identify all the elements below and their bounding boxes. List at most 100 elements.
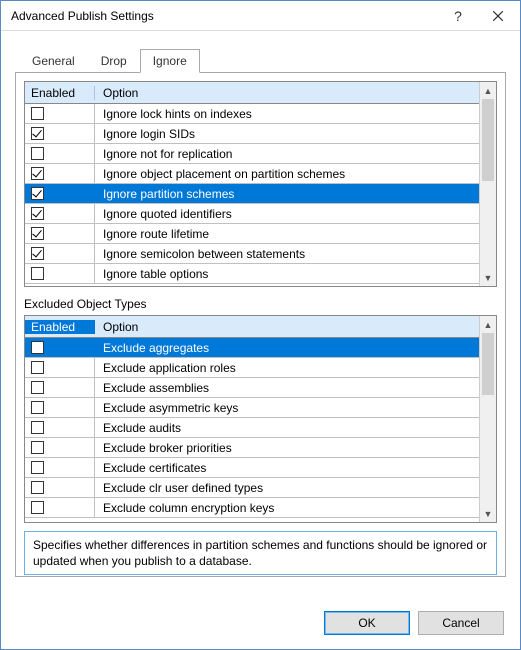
cell-enabled bbox=[25, 498, 95, 517]
cell-enabled bbox=[25, 378, 95, 397]
table-row[interactable]: Ignore login SIDs bbox=[25, 124, 479, 144]
checkbox[interactable] bbox=[31, 227, 44, 240]
checkbox[interactable] bbox=[31, 361, 44, 374]
cell-enabled bbox=[25, 244, 95, 263]
cell-option: Ignore semicolon between statements bbox=[95, 247, 479, 261]
cell-option: Ignore login SIDs bbox=[95, 127, 479, 141]
checkbox[interactable] bbox=[31, 147, 44, 160]
help-icon: ? bbox=[454, 8, 462, 24]
scroll-up-icon[interactable]: ▲ bbox=[480, 316, 496, 333]
tab-general[interactable]: General bbox=[19, 49, 88, 73]
cell-enabled bbox=[25, 184, 95, 203]
close-button[interactable] bbox=[476, 1, 520, 30]
description-text: Specifies whether differences in partiti… bbox=[33, 538, 487, 568]
cell-enabled bbox=[25, 478, 95, 497]
ignore-options-grid: Enabled Option Ignore lock hints on inde… bbox=[24, 81, 497, 287]
table-row[interactable]: Ignore object placement on partition sch… bbox=[25, 164, 479, 184]
grid-header: Enabled Option bbox=[25, 316, 479, 338]
cell-enabled bbox=[25, 124, 95, 143]
table-row[interactable]: Ignore partition schemes bbox=[25, 184, 479, 204]
table-row[interactable]: Exclude clr user defined types bbox=[25, 478, 479, 498]
table-row[interactable]: Ignore quoted identifiers bbox=[25, 204, 479, 224]
table-row[interactable]: Exclude certificates bbox=[25, 458, 479, 478]
checkbox[interactable] bbox=[31, 481, 44, 494]
checkbox[interactable] bbox=[31, 127, 44, 140]
cell-option: Exclude column encryption keys bbox=[95, 501, 479, 515]
table-row[interactable]: Exclude application roles bbox=[25, 358, 479, 378]
scroll-thumb[interactable] bbox=[482, 333, 494, 395]
checkbox[interactable] bbox=[31, 381, 44, 394]
cell-enabled bbox=[25, 438, 95, 457]
tab-ignore[interactable]: Ignore bbox=[140, 49, 200, 73]
cell-option: Ignore not for replication bbox=[95, 147, 479, 161]
cell-option: Ignore object placement on partition sch… bbox=[95, 167, 479, 181]
table-row[interactable]: Ignore table options bbox=[25, 264, 479, 284]
cell-enabled bbox=[25, 204, 95, 223]
column-header-enabled[interactable]: Enabled bbox=[25, 86, 95, 100]
scroll-down-icon[interactable]: ▼ bbox=[480, 269, 496, 286]
cell-enabled bbox=[25, 104, 95, 123]
grid-header: Enabled Option bbox=[25, 82, 479, 104]
checkbox[interactable] bbox=[31, 187, 44, 200]
cell-enabled bbox=[25, 398, 95, 417]
scroll-up-icon[interactable]: ▲ bbox=[480, 82, 496, 99]
checkbox[interactable] bbox=[31, 461, 44, 474]
cell-option: Exclude aggregates bbox=[95, 341, 479, 355]
checkbox[interactable] bbox=[31, 441, 44, 454]
checkbox[interactable] bbox=[31, 247, 44, 260]
table-row[interactable]: Ignore route lifetime bbox=[25, 224, 479, 244]
checkbox[interactable] bbox=[31, 167, 44, 180]
cell-option: Exclude clr user defined types bbox=[95, 481, 479, 495]
column-header-option[interactable]: Option bbox=[95, 86, 479, 100]
scroll-thumb[interactable] bbox=[482, 99, 494, 181]
cell-option: Exclude certificates bbox=[95, 461, 479, 475]
table-row[interactable]: Ignore lock hints on indexes bbox=[25, 104, 479, 124]
table-row[interactable]: Ignore semicolon between statements bbox=[25, 244, 479, 264]
cell-option: Exclude asymmetric keys bbox=[95, 401, 479, 415]
description-box: Specifies whether differences in partiti… bbox=[24, 531, 497, 575]
titlebar: Advanced Publish Settings ? bbox=[1, 1, 520, 31]
cell-option: Ignore lock hints on indexes bbox=[95, 107, 479, 121]
close-icon bbox=[493, 11, 503, 21]
table-row[interactable]: Exclude asymmetric keys bbox=[25, 398, 479, 418]
dialog-buttons: OK Cancel bbox=[324, 611, 504, 635]
checkbox[interactable] bbox=[31, 207, 44, 220]
checkbox[interactable] bbox=[31, 341, 44, 354]
scrollbar[interactable]: ▲ ▼ bbox=[479, 316, 496, 522]
tab-strip: GeneralDropIgnore bbox=[19, 49, 506, 73]
table-row[interactable]: Exclude assemblies bbox=[25, 378, 479, 398]
excluded-types-grid: Enabled Option Exclude aggregates Exclude… bbox=[24, 315, 497, 523]
table-row[interactable]: Exclude column encryption keys bbox=[25, 498, 479, 518]
table-row[interactable]: Ignore not for replication bbox=[25, 144, 479, 164]
cell-enabled bbox=[25, 458, 95, 477]
table-row[interactable]: Exclude broker priorities bbox=[25, 438, 479, 458]
cell-option: Exclude audits bbox=[95, 421, 479, 435]
cell-enabled bbox=[25, 224, 95, 243]
column-header-enabled[interactable]: Enabled bbox=[25, 320, 95, 334]
checkbox[interactable] bbox=[31, 401, 44, 414]
table-row[interactable]: Exclude aggregates bbox=[25, 338, 479, 358]
tab-drop[interactable]: Drop bbox=[88, 49, 140, 73]
scroll-down-icon[interactable]: ▼ bbox=[480, 505, 496, 522]
checkbox[interactable] bbox=[31, 421, 44, 434]
cell-enabled bbox=[25, 358, 95, 377]
cell-option: Exclude application roles bbox=[95, 361, 479, 375]
cell-option: Ignore table options bbox=[95, 267, 479, 281]
checkbox[interactable] bbox=[31, 107, 44, 120]
cell-enabled bbox=[25, 264, 95, 283]
help-button[interactable]: ? bbox=[440, 1, 476, 30]
cancel-button[interactable]: Cancel bbox=[418, 611, 504, 635]
cell-enabled bbox=[25, 164, 95, 183]
cancel-button-label: Cancel bbox=[442, 616, 479, 630]
table-row[interactable]: Exclude audits bbox=[25, 418, 479, 438]
scrollbar[interactable]: ▲ ▼ bbox=[479, 82, 496, 286]
cell-enabled bbox=[25, 144, 95, 163]
excluded-section-label: Excluded Object Types bbox=[24, 297, 497, 311]
ok-button-label: OK bbox=[358, 616, 375, 630]
checkbox[interactable] bbox=[31, 267, 44, 280]
ok-button[interactable]: OK bbox=[324, 611, 410, 635]
checkbox[interactable] bbox=[31, 501, 44, 514]
tab-panel-ignore: Enabled Option Ignore lock hints on inde… bbox=[15, 72, 506, 577]
window-title: Advanced Publish Settings bbox=[11, 9, 440, 23]
column-header-option[interactable]: Option bbox=[95, 320, 479, 334]
